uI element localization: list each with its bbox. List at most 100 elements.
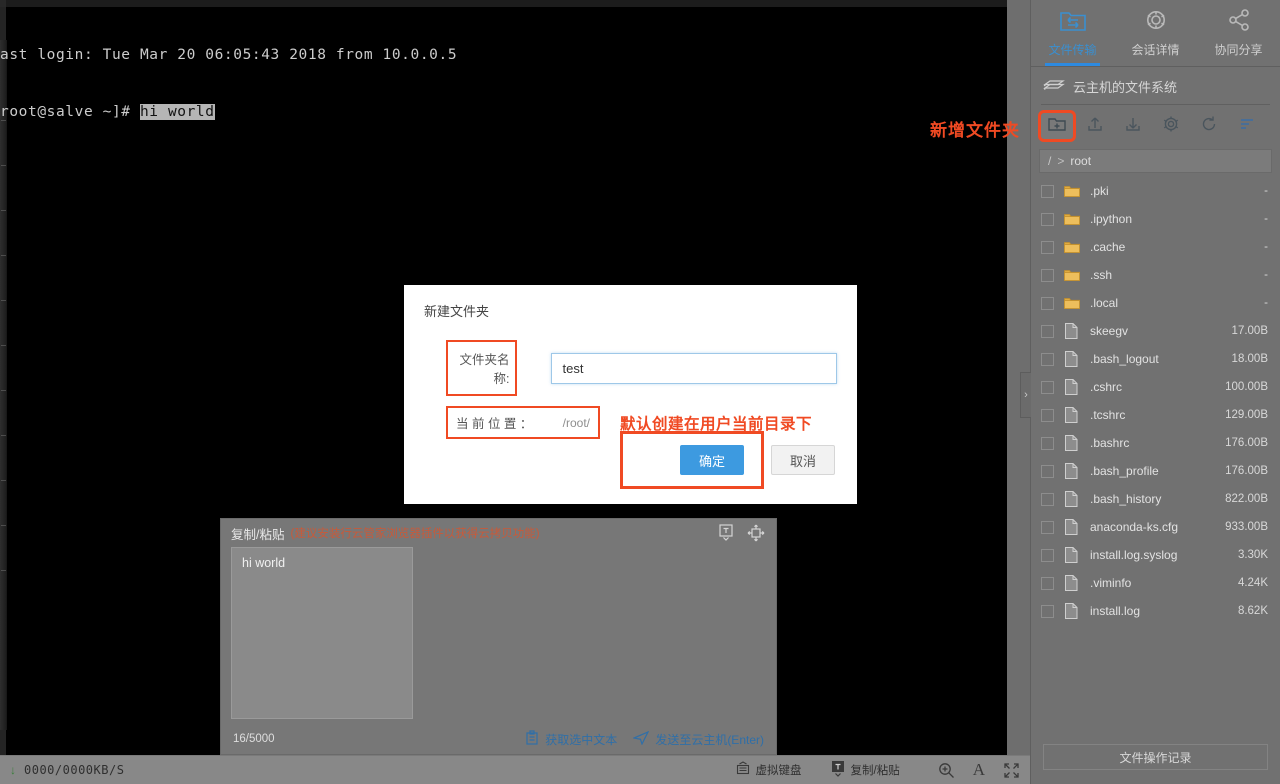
copy-paste-textarea[interactable] xyxy=(231,547,413,719)
filesystem-title-label: 云主机的文件系统 xyxy=(1073,80,1178,95)
file-row[interactable]: .local - xyxy=(1031,289,1280,317)
breadcrumb-current[interactable]: root xyxy=(1070,154,1091,168)
file-row-checkbox[interactable] xyxy=(1041,240,1054,254)
file-row-size: - xyxy=(1264,269,1268,281)
file-row[interactable]: .bash_profile 176.00B xyxy=(1031,457,1280,485)
file-row-checkbox[interactable] xyxy=(1041,464,1054,478)
dialog-name-row: 文件夹名称: xyxy=(404,340,857,396)
transfer-speed: 0000/0000KB/S xyxy=(24,763,125,777)
file-icon xyxy=(1064,463,1082,479)
send-to-host-label: 发送至云主机(Enter) xyxy=(655,732,764,747)
font-size-icon[interactable]: A xyxy=(973,760,985,780)
file-row-name: install.log xyxy=(1090,604,1141,618)
file-row-name: .bash_logout xyxy=(1090,352,1159,366)
zoom-icon[interactable] xyxy=(938,762,955,779)
text-toggle-icon[interactable] xyxy=(714,522,738,544)
file-row-size: 176.00B xyxy=(1225,437,1268,449)
file-row-checkbox[interactable] xyxy=(1041,380,1054,394)
folder-name-input[interactable] xyxy=(551,352,837,384)
new-folder-button[interactable] xyxy=(1038,110,1076,142)
tab-collab-share-label: 协同分享 xyxy=(1214,43,1263,57)
send-to-host-button[interactable]: 发送至云主机(Enter) xyxy=(632,730,764,748)
file-row-checkbox[interactable] xyxy=(1041,212,1054,226)
terminal-top-strip xyxy=(0,0,1007,7)
tab-session-detail[interactable]: 会话详情 xyxy=(1114,6,1197,62)
tab-file-transfer[interactable]: 文件传输 xyxy=(1031,6,1114,66)
file-row-checkbox[interactable] xyxy=(1041,296,1054,310)
terminal-prompt: root@salve ~]# xyxy=(0,104,140,120)
folder-icon xyxy=(1064,241,1082,254)
file-row[interactable]: .cache - xyxy=(1031,233,1280,261)
file-row-name: .cshrc xyxy=(1090,380,1123,394)
file-row[interactable]: .tcshrc 129.00B xyxy=(1031,401,1280,429)
left-rail-ticks xyxy=(1,120,6,640)
sort-button[interactable] xyxy=(1231,113,1263,139)
file-row[interactable]: anaconda-ks.cfg 933.00B xyxy=(1031,513,1280,541)
folder-icon xyxy=(1064,297,1082,310)
file-row-checkbox[interactable] xyxy=(1041,408,1054,422)
file-row[interactable]: .bash_logout 18.00B xyxy=(1031,345,1280,373)
annotation-new-folder: 新增文件夹 xyxy=(930,121,1020,140)
file-row-name: install.log.syslog xyxy=(1090,548,1178,562)
file-row-name: skeegv xyxy=(1090,324,1129,338)
dialog-ok-button[interactable]: 确定 xyxy=(680,445,744,475)
dialog-cancel-button[interactable]: 取消 xyxy=(771,445,835,475)
file-row-checkbox[interactable] xyxy=(1041,576,1054,590)
move-handle-icon[interactable] xyxy=(744,522,768,544)
file-row-checkbox[interactable] xyxy=(1041,548,1054,562)
file-row[interactable]: .cshrc 100.00B xyxy=(1031,373,1280,401)
file-icon xyxy=(1064,575,1082,591)
file-row-checkbox[interactable] xyxy=(1041,604,1054,618)
file-row[interactable]: .viminfo 4.24K xyxy=(1031,569,1280,597)
file-row-size: 3.30K xyxy=(1237,549,1268,561)
settings-button[interactable] xyxy=(1155,113,1187,139)
current-location-label: 当 前 位 置 ： xyxy=(456,417,533,431)
file-row-name: .pki xyxy=(1090,184,1109,198)
panel-collapse-handle[interactable]: › xyxy=(1020,372,1031,418)
copy-paste-title: 复制/粘贴 xyxy=(231,527,285,542)
file-icon xyxy=(1064,519,1082,535)
app-root: ast login: Tue Mar 20 06:05:43 2018 from… xyxy=(0,0,1280,784)
status-bar: ↓ 0000/0000KB/S 虚拟键盘 复制/粘贴 A xyxy=(0,755,1030,784)
copy-paste-toggle-button[interactable]: 复制/粘贴 xyxy=(830,760,900,781)
terminal-output: ast login: Tue Mar 20 06:05:43 2018 from… xyxy=(0,8,457,160)
file-operation-log-button[interactable]: 文件操作记录 xyxy=(1043,744,1268,770)
download-button[interactable] xyxy=(1117,113,1149,139)
file-row-checkbox[interactable] xyxy=(1041,352,1054,366)
file-transfer-panel: › 文件传输 会话详情 协同分享 云主机的文件系统 / > root .pki … xyxy=(1020,0,1280,784)
file-row-size: - xyxy=(1264,185,1268,197)
folder-icon xyxy=(1064,269,1082,282)
fullscreen-icon[interactable] xyxy=(1003,762,1020,779)
dialog-location-row: 当 前 位 置 ： /root/ 默认创建在用户当前目录下 xyxy=(404,406,857,439)
file-row-checkbox[interactable] xyxy=(1041,184,1054,198)
status-tools: A xyxy=(938,760,1020,780)
file-row-checkbox[interactable] xyxy=(1041,268,1054,282)
file-row[interactable]: skeegv 17.00B xyxy=(1031,317,1280,345)
tab-collab-share[interactable]: 协同分享 xyxy=(1197,6,1280,62)
file-row-name: .viminfo xyxy=(1090,576,1132,590)
virtual-keyboard-button[interactable]: 虚拟键盘 xyxy=(735,760,802,780)
file-row[interactable]: .ipython - xyxy=(1031,205,1280,233)
send-icon xyxy=(632,730,650,748)
file-row-checkbox[interactable] xyxy=(1041,436,1054,450)
folder-name-label: 文件夹名称: xyxy=(445,340,518,396)
file-row-checkbox[interactable] xyxy=(1041,492,1054,506)
file-row-checkbox[interactable] xyxy=(1041,324,1054,338)
dialog-actions: 确定 取消 xyxy=(620,431,835,489)
download-icon xyxy=(1124,115,1142,138)
file-row[interactable]: install.log 8.62K xyxy=(1031,597,1280,625)
file-row[interactable]: .bash_history 822.00B xyxy=(1031,485,1280,513)
breadcrumb[interactable]: / > root xyxy=(1039,149,1272,173)
file-row[interactable]: install.log.syslog 3.30K xyxy=(1031,541,1280,569)
share-icon xyxy=(1197,6,1280,36)
file-row[interactable]: .ssh - xyxy=(1031,261,1280,289)
file-row[interactable]: .pki - xyxy=(1031,177,1280,205)
breadcrumb-root[interactable]: / xyxy=(1048,154,1051,168)
terminal-line-1: ast login: Tue Mar 20 06:05:43 2018 from… xyxy=(0,47,458,63)
upload-button[interactable] xyxy=(1079,113,1111,139)
file-row-checkbox[interactable] xyxy=(1041,520,1054,534)
file-row-name: .cache xyxy=(1090,240,1126,254)
file-row[interactable]: .bashrc 176.00B xyxy=(1031,429,1280,457)
get-selected-text-button[interactable]: 获取选中文本 xyxy=(525,729,617,749)
refresh-button[interactable] xyxy=(1193,113,1225,139)
